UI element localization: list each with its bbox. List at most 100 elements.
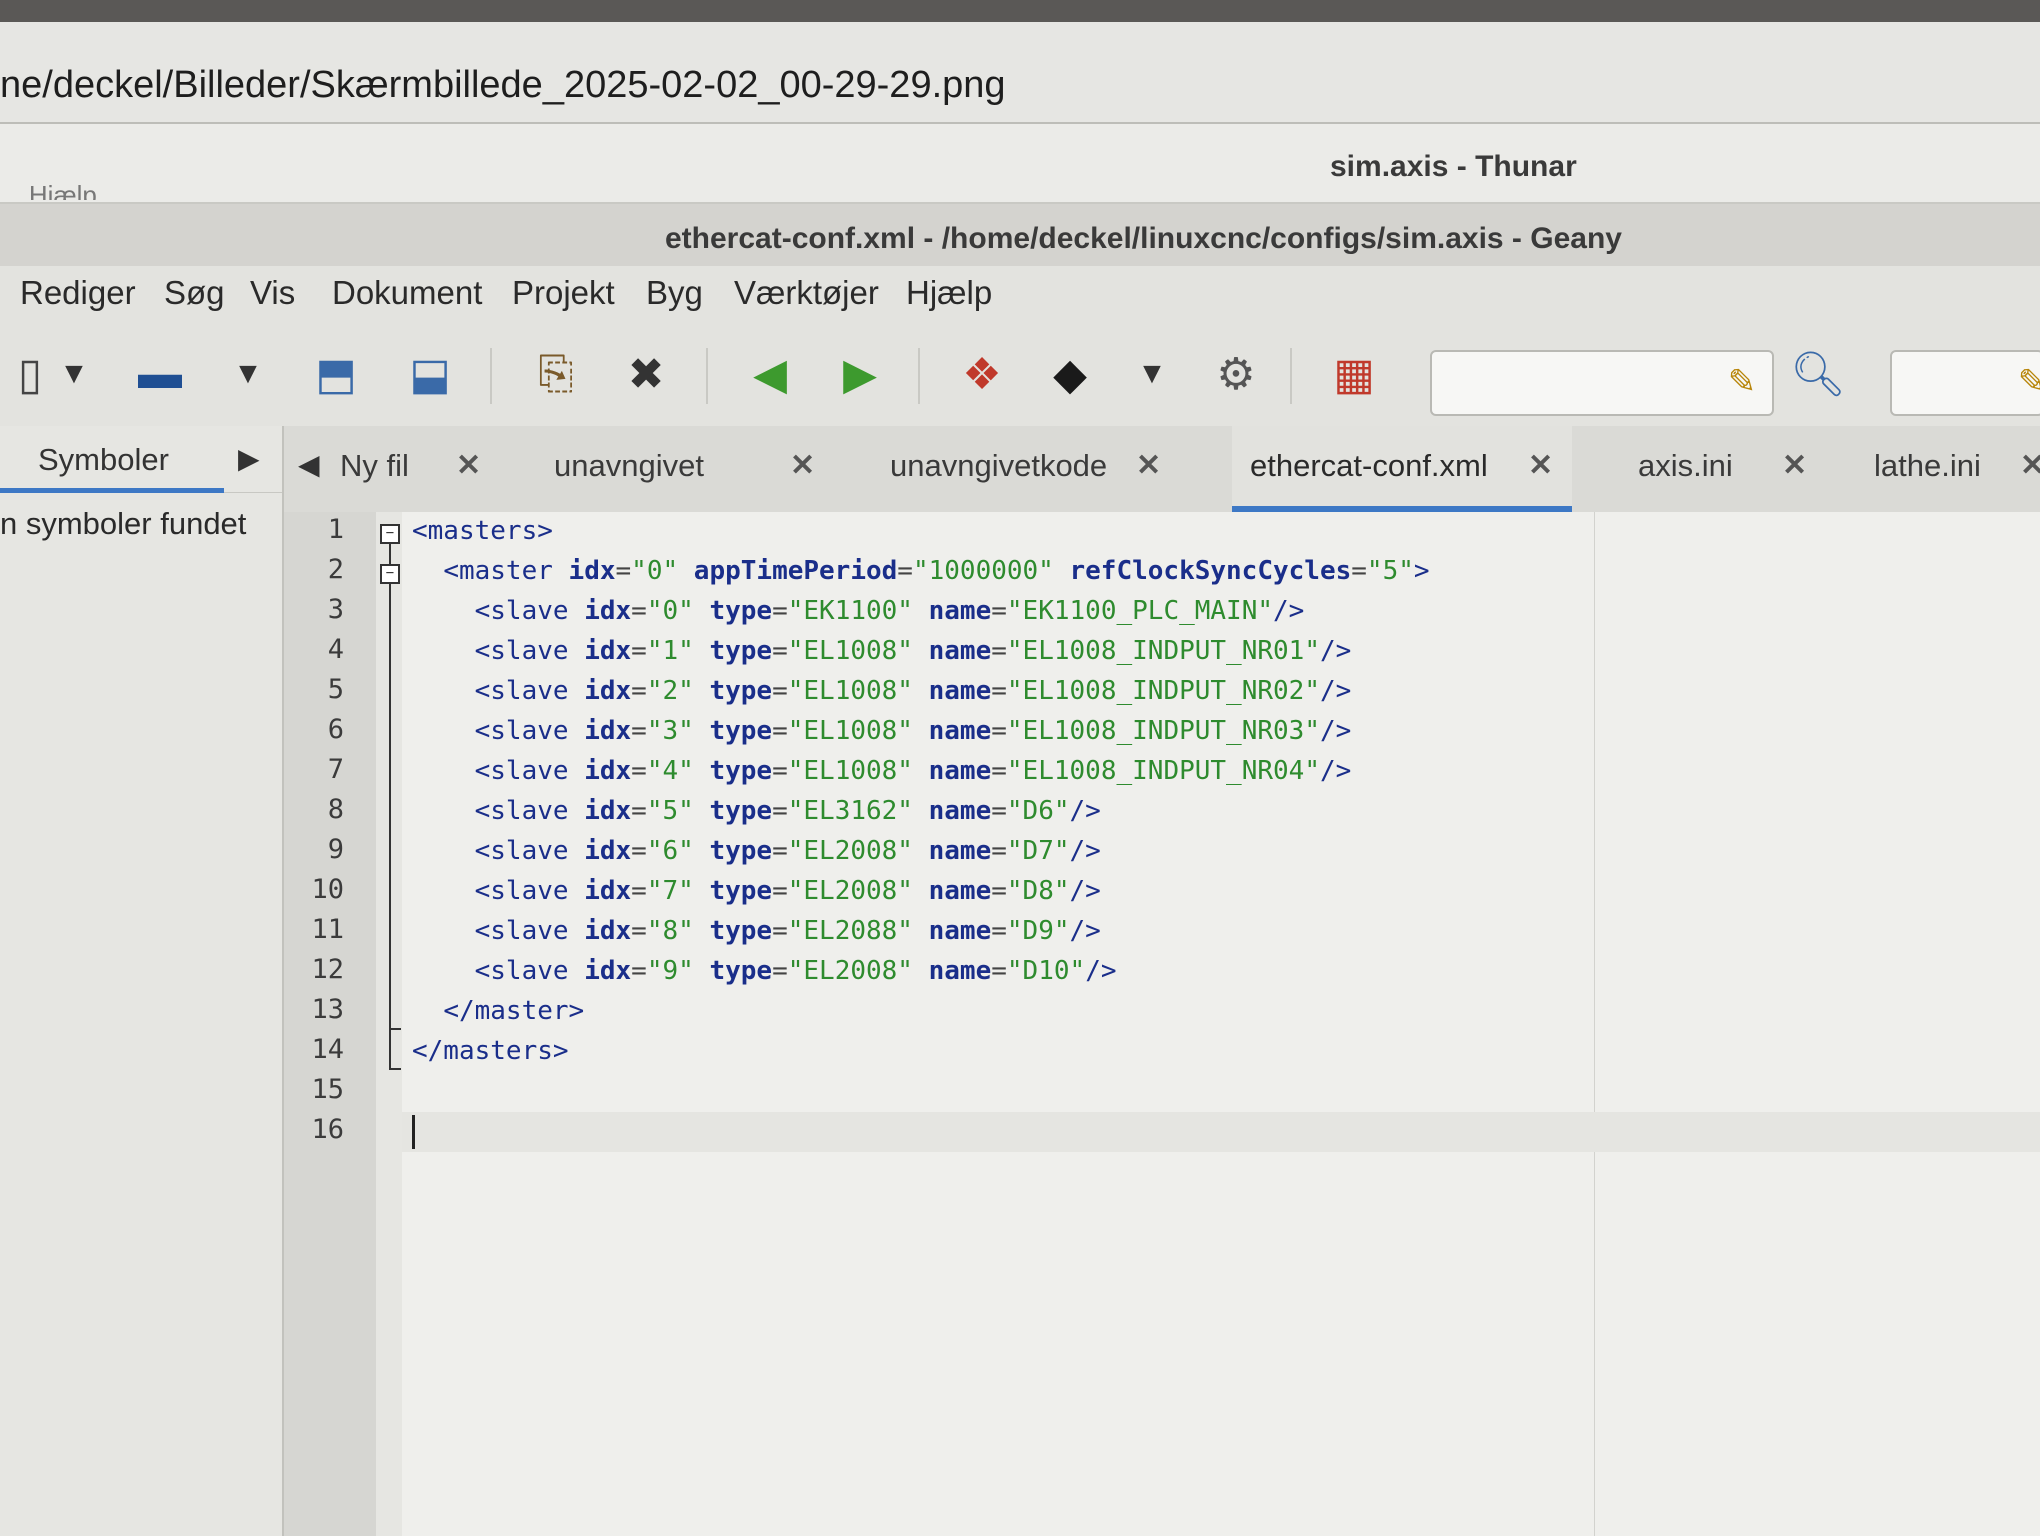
tab-close-icon[interactable]: ✕	[790, 448, 815, 483]
back-icon[interactable]: ◀	[740, 344, 800, 404]
code-text: <slave idx="2" type="EL1008" name="EL100…	[474, 676, 1352, 706]
build-icon[interactable]: ◆	[1040, 344, 1100, 404]
compile-icon[interactable]: ❖	[952, 344, 1012, 404]
tab-close-icon[interactable]: ✕	[1782, 448, 1807, 483]
tab-label: unavngivetkode	[890, 448, 1108, 483]
code-text: <master idx="0" appTimePeriod="1000000" …	[443, 556, 1430, 586]
line-number: 15	[311, 1074, 344, 1105]
tabs-prev-arrow-icon[interactable]: ◀	[298, 448, 320, 481]
tab-label: Ny fil	[340, 448, 409, 483]
code-text: <slave idx="6" type="EL2008" name="D7"/>	[474, 836, 1101, 866]
toolbar: ▯ ▼ ▬ ▼ ⬒ ⬓ ⎘ ✖ ◀ ▶ ❖ ◆ ▼ ⚙ ▦ ✎ 🔍︎ ✎	[0, 326, 2040, 427]
sidebar-message: n symboler fundet	[0, 506, 247, 541]
menu-hjaelp[interactable]: Hjælp	[906, 274, 992, 312]
tab-axis-ini[interactable]: axis.ini ✕	[1638, 426, 1818, 512]
code-text: <slave idx="0" type="EK1100" name="EK110…	[474, 596, 1305, 626]
fold-toggle-icon[interactable]: −	[380, 524, 400, 544]
code-line[interactable]: 13 </master>	[284, 992, 2040, 1032]
menu-vaerktoejer[interactable]: Værktøjer	[734, 274, 879, 312]
tab-lathe-ini[interactable]: lathe.ini ✕	[1874, 426, 2040, 512]
line-number: 8	[327, 794, 344, 825]
menu-projekt[interactable]: Projekt	[512, 274, 615, 312]
thunar-menu-partial: ... Hjælp	[0, 180, 97, 200]
open-icon[interactable]: ▬	[130, 344, 190, 404]
sidebar: Symboler ▶ n symboler fundet	[0, 426, 284, 1536]
code-editor[interactable]: 1 <masters> 2 <master idx="0" appTimePerio…	[284, 512, 2040, 1536]
toolbar-separator	[918, 348, 920, 404]
code-line[interactable]: 10 <slave idx="7" type="EL2008" name="D8…	[284, 872, 2040, 912]
code-text: <slave idx="9" type="EL2008" name="D10"/…	[474, 956, 1117, 986]
sidebar-tab-label: Symboler	[38, 442, 169, 477]
dropdown-icon[interactable]: ▼	[44, 344, 104, 404]
line-number: 11	[311, 914, 344, 945]
line-number: 2	[327, 554, 344, 585]
search-input[interactable]: ✎	[1430, 350, 1774, 416]
tab-close-icon[interactable]: ✕	[2020, 448, 2040, 483]
sidebar-tab-indicator	[0, 488, 224, 493]
line-number: 4	[327, 634, 344, 665]
tab-close-icon[interactable]: ✕	[456, 448, 481, 483]
menu-byg[interactable]: Byg	[646, 274, 703, 312]
forward-icon[interactable]: ▶	[830, 344, 890, 404]
toolbar-separator	[706, 348, 708, 404]
tab-close-icon[interactable]: ✕	[1528, 448, 1553, 483]
sidebar-tab-symbols[interactable]: Symboler ▶	[0, 426, 282, 493]
sidebar-next-arrow-icon[interactable]: ▶	[238, 442, 260, 475]
save-all-icon[interactable]: ⬓	[400, 344, 460, 404]
code-line[interactable]: 5 <slave idx="2" type="EL1008" name="EL1…	[284, 672, 2040, 712]
menu-rediger[interactable]: Rediger	[20, 274, 136, 312]
code-text: <slave idx="4" type="EL1008" name="EL100…	[474, 756, 1352, 786]
code-line[interactable]: 9 <slave idx="6" type="EL2008" name="D7"…	[284, 832, 2040, 872]
toolbar-separator	[490, 348, 492, 404]
find-icon[interactable]: 🔍︎	[1788, 344, 1848, 404]
code-text: <slave idx="1" type="EL1008" name="EL100…	[474, 636, 1352, 666]
fold-guide	[389, 1028, 391, 1068]
code-line[interactable]: 2 <master idx="0" appTimePeriod="1000000…	[284, 552, 2040, 592]
code-line[interactable]: 7 <slave idx="4" type="EL1008" name="EL1…	[284, 752, 2040, 792]
tab-ethercat-conf[interactable]: ethercat-conf.xml ✕	[1232, 426, 1572, 512]
goto-line-input[interactable]: ✎	[1890, 350, 2040, 416]
code-text: </masters>	[412, 1036, 569, 1066]
code-text: <slave idx="8" type="EL2088" name="D9"/>	[474, 916, 1101, 946]
tab-close-icon[interactable]: ✕	[1136, 448, 1161, 483]
tab-ny-fil[interactable]: Ny fil ✕	[340, 426, 530, 512]
code-text: <slave idx="7" type="EL2008" name="D8"/>	[474, 876, 1101, 906]
code-line[interactable]: 15	[284, 1072, 2040, 1112]
code-line[interactable]: 4 <slave idx="1" type="EL1008" name="EL1…	[284, 632, 2040, 672]
execute-icon[interactable]: ⚙	[1206, 344, 1266, 404]
tab-label: lathe.ini	[1874, 448, 1981, 483]
menu-bar: Rediger Søg Vis Dokument Projekt Byg Vær…	[0, 266, 2040, 326]
save-icon[interactable]: ⬒	[306, 344, 366, 404]
code-line[interactable]: 11 <slave idx="8" type="EL2088" name="D9…	[284, 912, 2040, 952]
menu-soeg[interactable]: Søg	[164, 274, 225, 312]
color-chooser-icon[interactable]: ▦	[1324, 344, 1384, 404]
thunar-window-title: sim.axis - Thunar	[1330, 150, 1577, 183]
code-line[interactable]: 8 <slave idx="5" type="EL3162" name="D6"…	[284, 792, 2040, 832]
menu-vis[interactable]: Vis	[250, 274, 295, 312]
code-line[interactable]: 3 <slave idx="0" type="EK1100" name="EK1…	[284, 592, 2040, 632]
dropdown-icon[interactable]: ▼	[1122, 344, 1182, 404]
top-strip	[0, 0, 2040, 22]
code-line[interactable]: 6 <slave idx="3" type="EL1008" name="EL1…	[284, 712, 2040, 752]
thunar-window-titlebar: ... Hjælp sim.axis - Thunar	[0, 124, 2040, 204]
line-number: 16	[311, 1114, 344, 1145]
code-line[interactable]: 14 </masters>	[284, 1032, 2040, 1072]
line-number: 1	[327, 514, 344, 545]
tab-unavngivetkode[interactable]: unavngivetkode ✕	[890, 426, 1230, 512]
image-viewer-pathbar: ne/deckel/Billeder/Skærmbillede_2025-02-…	[0, 22, 2040, 124]
fold-guide	[389, 584, 391, 1028]
clear-icon[interactable]: ✎	[1712, 352, 1772, 412]
file-path: ne/deckel/Billeder/Skærmbillede_2025-02-…	[0, 64, 1006, 106]
tab-label: ethercat-conf.xml	[1250, 448, 1488, 483]
tab-unavngivet[interactable]: unavngivet ✕	[554, 426, 854, 512]
clear-icon[interactable]: ✎	[2002, 352, 2040, 412]
fold-toggle-icon[interactable]: −	[380, 564, 400, 584]
revert-icon[interactable]: ⎘	[526, 344, 586, 404]
code-line[interactable]: 16	[284, 1112, 2040, 1152]
dropdown-icon[interactable]: ▼	[218, 344, 278, 404]
menu-dokument[interactable]: Dokument	[332, 274, 482, 312]
close-icon[interactable]: ✖	[616, 344, 676, 404]
geany-titlebar[interactable]: ethercat-conf.xml - /home/deckel/linuxcn…	[0, 204, 2040, 267]
code-line[interactable]: 12 <slave idx="9" type="EL2008" name="D1…	[284, 952, 2040, 992]
code-line[interactable]: 1 <masters>	[284, 512, 2040, 552]
